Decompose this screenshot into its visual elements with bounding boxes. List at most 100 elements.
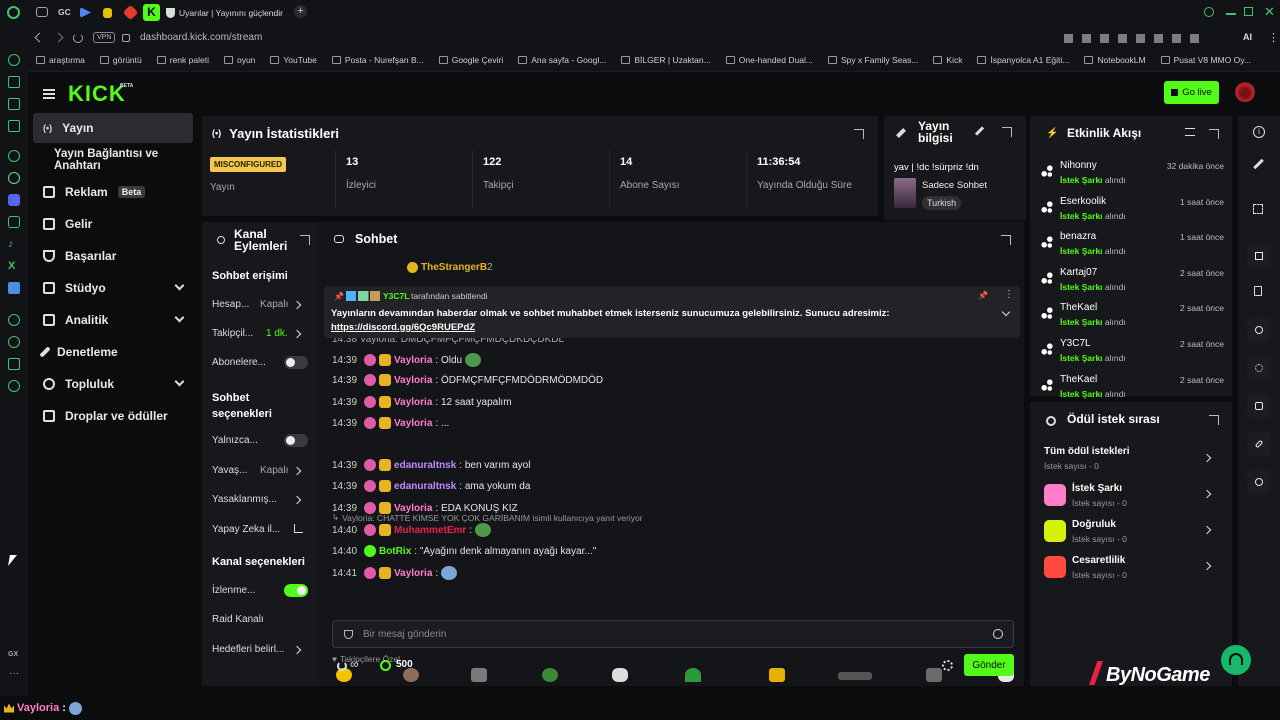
bookmark-item[interactable]: İspanyolca A1 Eğiti... [977,55,1069,65]
rail-discord-icon[interactable] [8,194,20,206]
reward-item[interactable]: Doğruluk İstek sayısı - 0 [1044,516,1220,550]
sidebar-item-droplar[interactable]: Droplar ve ödüller [33,401,193,431]
activity-event[interactable]: Kartaj07 İstek Şarkı alındı 2 saat önce [1040,265,1224,301]
note-icon[interactable] [1254,286,1262,296]
rbar-wrench-icon[interactable] [1247,432,1271,456]
emote-4[interactable] [542,668,558,682]
more-icon[interactable]: ⋮ [1004,289,1014,300]
sidebar-item-basarilar[interactable]: Başarılar [33,241,193,271]
kick-logo[interactable]: KICK [68,81,126,107]
avatar[interactable] [1235,82,1255,102]
chat-input[interactable]: Bir mesaj gönderin [332,620,1014,648]
back-icon[interactable] [34,32,45,43]
all-rewards-row[interactable]: Tüm ödül istekleri İstek sayısı - 0 [1044,446,1220,476]
category-thumbnail[interactable] [894,178,916,208]
raid-channel-row[interactable]: Raid Kanalı [212,608,296,630]
emoji-icon[interactable] [993,629,1003,639]
chat-message[interactable]: 14:39 edanuraltnsk: ama yokum da [332,480,530,492]
message-username[interactable]: MuhammetEmr [394,525,466,536]
bookmark-item[interactable]: oyun [223,55,255,65]
expand-icon[interactable] [1209,415,1219,425]
rail-instagram-icon[interactable] [8,216,20,228]
rbar-broadcast-icon[interactable] [1247,356,1271,380]
maximize-icon[interactable] [1244,7,1253,16]
chat-message[interactable]: 14:39 Vayloria: Oldu [332,353,482,367]
emote-7[interactable] [769,668,785,682]
chevron-down-icon[interactable] [1001,307,1011,317]
pinned-link[interactable]: https://discord.gg/6Qc9RUEPdZ [331,322,475,333]
activity-event[interactable]: TheKael İstek Şarkı alındı 2 saat önce [1040,300,1224,336]
close-icon[interactable]: ✕ [1264,4,1275,20]
tab-icon-1[interactable] [36,7,48,17]
expand-icon[interactable] [1002,127,1012,137]
opera-gx-icon[interactable] [7,6,20,19]
search-icon[interactable] [1204,7,1214,17]
bookmark-item[interactable]: Kick [933,55,962,65]
set-goals-row[interactable]: Hedefleri belirl... [212,638,296,660]
sidebar-item-studyo[interactable]: Stüdyo [33,273,193,303]
expand-icon[interactable] [1001,235,1011,245]
tab-icon-4[interactable] [103,8,112,18]
edit-pencil-icon[interactable] [974,126,985,136]
category-name[interactable]: Sadece Sohbet [922,180,987,191]
rail-bag-icon[interactable] [8,76,20,88]
message-username[interactable]: BotRix [379,546,411,557]
expand-icon[interactable] [300,235,310,245]
chat-users-icon[interactable] [337,661,347,671]
rail-whatsapp-icon[interactable] [8,172,20,184]
message-username[interactable]: Vayloria [394,397,432,408]
chat-message[interactable]: 14:39 Vayloria: 12 saat yapalım [332,396,512,408]
emote-2[interactable] [403,668,419,682]
bookmark-item[interactable]: NotebookLM [1084,55,1146,65]
expand-icon[interactable] [854,129,864,139]
capture-icon[interactable] [1253,204,1263,214]
message-username[interactable]: Vayloria [394,568,432,579]
minimize-icon[interactable] [1226,13,1236,15]
rail-x-icon[interactable]: X [8,260,20,272]
rail-app-icon[interactable] [8,282,20,294]
top-gifter-name[interactable]: TheStrangerB [421,262,487,273]
reload-icon[interactable] [73,33,83,43]
bookmark-item[interactable]: Spy x Family Seas... [827,55,918,65]
pencil-icon[interactable] [1253,158,1264,170]
extension-icons[interactable] [1064,34,1204,43]
tab-icon-5[interactable] [122,4,139,21]
sidebar-item-gelir[interactable]: Gelir [33,209,193,239]
bookmark-item[interactable]: One-handed Dual... [725,55,813,65]
rbar-chat-icon[interactable] [1247,318,1271,342]
activity-event[interactable]: Y3C7L İstek Şarkı alındı 2 saat önce [1040,336,1224,372]
pinned-by-user[interactable]: Y3C7L [383,291,409,301]
emote-only-toggle[interactable] [284,434,308,447]
menu-dots-icon[interactable]: ⋮ [1268,31,1279,44]
rail-settings-icon[interactable] [8,380,20,392]
chat-message[interactable]: 14:41 Vayloria: [332,566,458,580]
bookmark-item[interactable]: araştırma [36,55,85,65]
bookmark-item[interactable]: BİLGER | Uzaktan... [621,55,711,65]
rbar-bolt-icon[interactable] [1247,244,1271,268]
rail-cube-icon[interactable] [8,358,20,370]
rail-tiktok-icon[interactable]: ♪ [8,238,20,250]
rail-gx-icon[interactable] [8,150,20,162]
sidebar-item-denetleme[interactable]: Denetleme [33,337,193,367]
sidebar-item-stream-key[interactable]: Yayın Bağlantısı ve Anahtarı [44,145,202,175]
sidebar-item-topluluk[interactable]: Topluluk [33,369,193,399]
active-tab[interactable]: Uyarılar | Yayınını güçlendir [166,3,290,23]
bookmark-item[interactable]: görüntü [99,55,142,65]
message-username[interactable]: Vayloria [394,355,432,366]
info-icon[interactable]: i [1253,126,1265,138]
reward-item[interactable]: Cesaretlilik İstek sayısı - 0 [1044,552,1220,586]
activity-event[interactable]: Nihonny İstek Şarkı alındı 32 dakika önce [1040,158,1224,194]
emote-5[interactable] [612,668,628,682]
filter-icon[interactable] [1185,128,1195,136]
ai-moderation-row[interactable]: Yapay Zeka il... [212,518,296,540]
sidebar-item-yayin[interactable]: (•) Yayın [33,113,193,143]
chat-message[interactable]: 14:40 BotRix: "Ayağını denk almayanın aya… [332,545,596,557]
tab-gc[interactable]: GC [58,7,71,17]
go-live-button[interactable]: Go live [1164,81,1219,104]
rbar-reward-icon[interactable] [1247,470,1271,494]
external-link-icon[interactable] [294,524,303,533]
rail-clock-icon[interactable] [8,336,20,348]
emote-9[interactable] [926,668,942,682]
sidebar-item-analitik[interactable]: Analitik [33,305,193,335]
activity-event[interactable]: benazra İstek Şarkı alındı 1 saat önce [1040,229,1224,265]
